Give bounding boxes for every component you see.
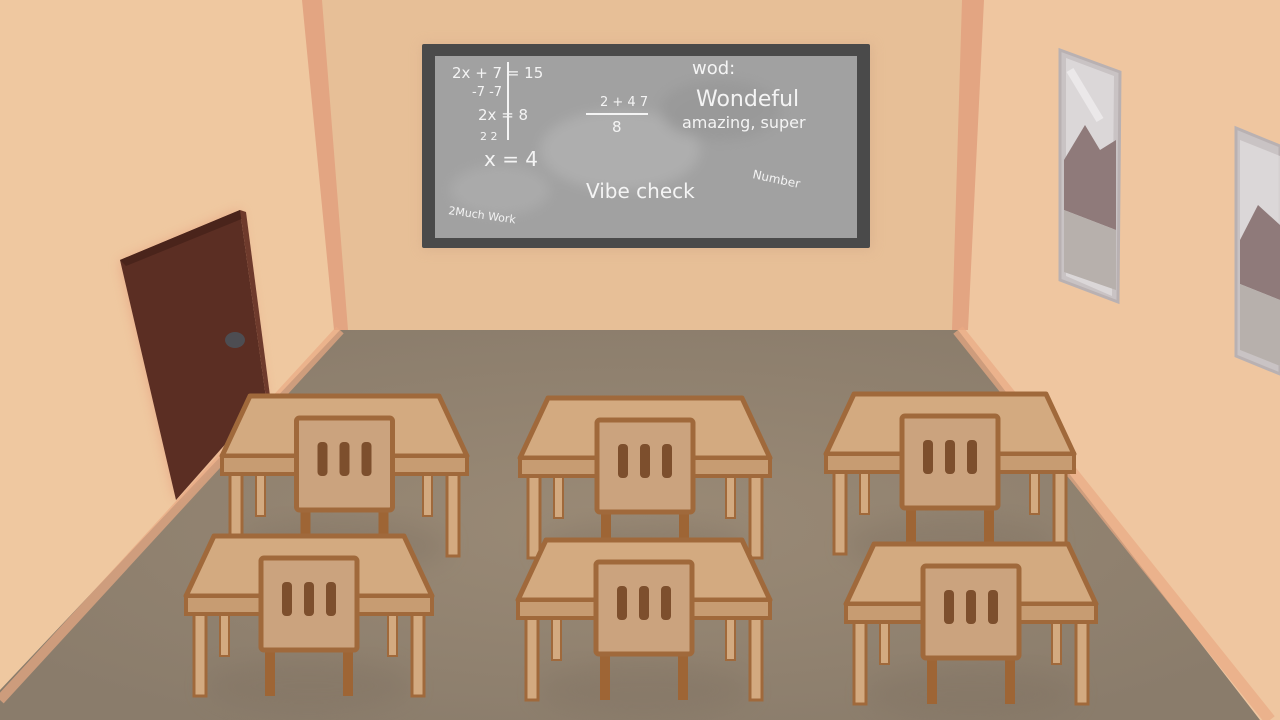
fraction-bottom: 8 (612, 118, 622, 136)
desk-6[interactable] (843, 541, 1099, 720)
chalkboard: 2x + 7 = 15 -7 -7 2x = 8 2 2 x = 4 2 + 4… (422, 44, 872, 250)
word-heading: wod: (692, 58, 735, 79)
vibe-check-note: Vibe check (586, 179, 695, 203)
word-of-day: Wondeful (696, 87, 799, 112)
desk-5[interactable] (515, 537, 773, 718)
equation-line-2: -7 -7 (472, 85, 502, 100)
door-knob-icon[interactable] (225, 332, 245, 348)
equation-line-4: 2 2 (480, 130, 498, 143)
equation-line-3: 2x = 8 (478, 106, 528, 124)
equation-line-1: 2x + 7 = 15 (452, 64, 543, 82)
classroom-scene: 2x + 7 = 15 -7 -7 2x = 8 2 2 x = 4 2 + 4… (0, 0, 1280, 720)
desk-4[interactable] (183, 533, 435, 714)
desk-group (183, 391, 1099, 720)
fraction-top: 2 + 4 7 (600, 95, 648, 110)
synonyms: amazing, super (682, 113, 806, 132)
equation-line-5: x = 4 (484, 147, 538, 171)
poster-right (1234, 125, 1280, 376)
poster-left (1058, 47, 1122, 305)
